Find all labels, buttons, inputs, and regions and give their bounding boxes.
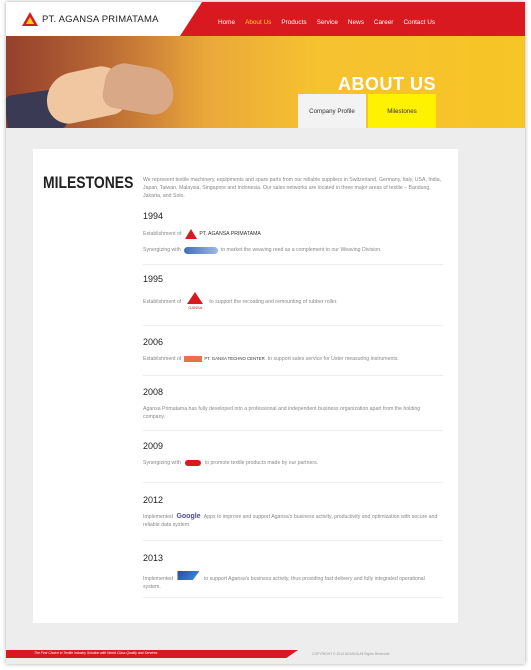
milestone-line: Implemented to support Agansa's business… xyxy=(143,571,443,591)
site-footer: The First Choice in Textile Industry Sol… xyxy=(6,647,525,661)
milestone-text: Establishment of xyxy=(143,356,182,362)
pts-logo xyxy=(184,460,201,466)
nav-service[interactable]: Service xyxy=(317,19,338,26)
divider xyxy=(143,597,443,598)
divider xyxy=(143,482,443,483)
agansa-logo: PT. AGANSA PRIMATAMA xyxy=(185,229,261,239)
milestone-text: to support the recoating and remounting … xyxy=(209,299,338,305)
main-nav: Home About Us Products Service News Care… xyxy=(218,19,445,26)
banner-tabs: Company Profile Milestones xyxy=(298,94,436,128)
milestone-year: 2012 xyxy=(143,495,164,505)
gansa-triangle-icon xyxy=(187,292,204,304)
google-logo: Google xyxy=(176,513,201,520)
milestone-line: Synergizing with to market the weaving r… xyxy=(143,246,443,254)
milestone-2009: 2009 Synergizing with to promote textile… xyxy=(143,441,443,474)
tab-milestones[interactable]: Milestones xyxy=(368,94,436,128)
milestone-text: Agansa Primatama has fully developed int… xyxy=(143,406,421,420)
milestone-year: 2008 xyxy=(143,387,164,397)
milestone-text: Implemented xyxy=(143,576,173,582)
milestone-2008: 2008 Agansa Primatama has fully develope… xyxy=(143,387,443,421)
page: PT. AGANSA PRIMATAMA Home About Us Produ… xyxy=(6,2,525,664)
gansa-logo: GANSA xyxy=(187,292,204,312)
tab-company-profile[interactable]: Company Profile xyxy=(298,94,366,128)
sap-logo xyxy=(177,571,200,580)
milestone-text: to support sales service for Uster measu… xyxy=(267,356,399,362)
banner-title: ABOUT US xyxy=(338,74,436,94)
nav-home[interactable]: Home xyxy=(218,19,235,26)
nav-career[interactable]: Career xyxy=(374,19,394,26)
site-header: PT. AGANSA PRIMATAMA Home About Us Produ… xyxy=(6,2,525,36)
pts-mark-icon xyxy=(184,460,201,466)
agansa-logo-text: PT. AGANSA PRIMATAMA xyxy=(199,231,261,237)
milestone-year: 2013 xyxy=(143,553,164,563)
techno-center-mark-icon xyxy=(184,356,203,362)
milestone-text: Synergizing with xyxy=(143,460,181,466)
milestone-year: 2006 xyxy=(143,337,164,347)
milestone-line: Implemented Google Apps to improve and s… xyxy=(143,513,443,529)
milestone-2006: 2006 Establishment of PT. GANSA TECHNO C… xyxy=(143,337,443,370)
divider xyxy=(143,375,443,376)
milestone-line: Establishment of PT. GANSA TECHNO CENTER… xyxy=(143,355,443,363)
milestone-year: 2009 xyxy=(143,441,164,451)
milestone-line: Establishment of PT. AGANSA PRIMATAMA xyxy=(143,229,443,239)
brand-name: PT. AGANSA PRIMATAMA xyxy=(42,13,159,25)
gansa-logo-text: GANSA xyxy=(188,305,203,310)
milestone-year: 1994 xyxy=(143,211,164,221)
nav-contact-us[interactable]: Contact Us xyxy=(403,19,435,26)
milestone-year: 1995 xyxy=(143,274,164,284)
milestone-2013: 2013 Implemented to support Agansa's bus… xyxy=(143,553,443,591)
brand-logo[interactable]: PT. AGANSA PRIMATAMA xyxy=(22,12,159,26)
divider xyxy=(143,264,443,265)
agansa-triangle-icon xyxy=(185,229,198,239)
milestone-text: Implemented xyxy=(143,514,173,520)
page-heading: MILESTONES xyxy=(43,173,134,192)
brand-triangle-icon xyxy=(22,12,38,26)
milestone-1995: 1995 Establishment of GANSA to support t… xyxy=(143,274,443,319)
nav-about-us[interactable]: About Us xyxy=(245,19,271,26)
milestone-1994: 1994 Establishment of PT. AGANSA PRIMATA… xyxy=(143,211,443,261)
nav-products[interactable]: Products xyxy=(281,19,306,26)
techno-center-logo-text: PT. GANSA TECHNO CENTER xyxy=(204,356,265,361)
hero-banner: ABOUT US Company Profile Milestones xyxy=(6,36,525,128)
milestone-text: Synergizing with xyxy=(143,247,181,253)
content-panel: MILESTONES We represent textile machiner… xyxy=(33,149,458,623)
divider xyxy=(143,430,443,431)
milestone-text: Establishment of xyxy=(143,231,182,237)
divider xyxy=(143,540,443,541)
milestone-text: to market the weaving reed as a compleme… xyxy=(220,247,382,253)
divider xyxy=(143,325,443,326)
milestone-line: Synergizing with to promote textile prod… xyxy=(143,459,443,467)
footer-tagline: The First Choice in Textile Industry Sol… xyxy=(34,651,158,655)
milestone-text: Establishment of xyxy=(143,299,182,305)
footer-copyright: COPYRIGHT © 2013 AGANSA All Rights Reser… xyxy=(312,652,391,656)
milestone-line: Establishment of GANSA to support the re… xyxy=(143,292,443,312)
gansa-techno-center-logo: PT. GANSA TECHNO CENTER xyxy=(184,355,265,363)
milestone-2012: 2012 Implemented Google Apps to improve … xyxy=(143,495,443,529)
intro-text: We represent textile machinery, equipmen… xyxy=(143,177,442,199)
nav-news[interactable]: News xyxy=(348,19,364,26)
partner-reed-logo xyxy=(183,246,218,254)
milestone-text: to promote textile products made by our … xyxy=(204,460,319,466)
